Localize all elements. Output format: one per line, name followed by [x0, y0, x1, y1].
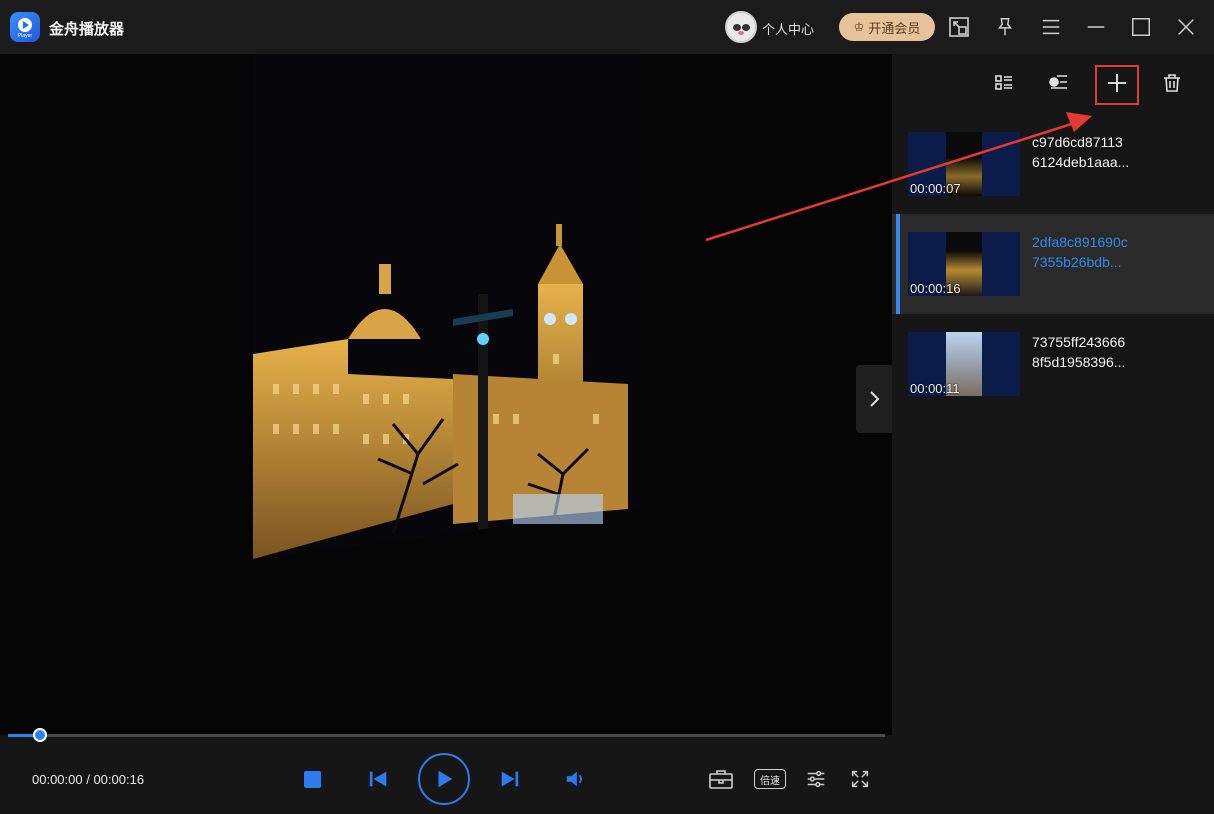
- item-name: c97d6cd87113 6124deb1aaa...: [1032, 134, 1130, 170]
- progress-bar[interactable]: [8, 728, 885, 742]
- title-bar: Player 金舟播放器 个人中心 ♔ 开通会员: [0, 0, 1214, 54]
- next-button[interactable]: [498, 767, 522, 791]
- playlist-toggle-button[interactable]: [856, 365, 892, 433]
- app-logo-text: Player: [17, 33, 33, 39]
- video-area[interactable]: [0, 54, 892, 735]
- play-icon: [438, 770, 453, 788]
- video-thumbnail: 00:00:07: [908, 132, 1020, 196]
- active-indicator: [896, 214, 900, 314]
- user-center-link[interactable]: 个人中心: [762, 19, 814, 38]
- vip-button[interactable]: ♔ 开通会员: [839, 13, 935, 41]
- delete-icon[interactable]: [1157, 68, 1187, 98]
- close-icon[interactable]: [1172, 13, 1200, 41]
- total-time: 00:00:16: [93, 772, 145, 787]
- maximize-icon[interactable]: [1127, 13, 1155, 41]
- stop-icon: [303, 770, 321, 788]
- playlist-item-active[interactable]: 00:00:16 2dfa8c891690c 7355b26bdb...: [892, 214, 1214, 314]
- progress-knob[interactable]: [33, 728, 48, 742]
- video-thumbnail: 00:00:16: [908, 232, 1020, 296]
- mini-mode-icon[interactable]: [945, 13, 973, 41]
- previous-icon: [369, 771, 387, 787]
- video-frame: [253, 54, 640, 735]
- add-icon[interactable]: [1102, 68, 1132, 98]
- toolbox-icon: [709, 770, 733, 789]
- previous-button[interactable]: [366, 767, 390, 791]
- minimize-icon[interactable]: [1082, 13, 1110, 41]
- fullscreen-button[interactable]: [848, 767, 872, 791]
- playlist-item[interactable]: 00:00:11 73755ff243666 8f5d1958396...: [892, 314, 1214, 414]
- settings-sliders-button[interactable]: [804, 767, 828, 791]
- item-duration: 00:00:07: [910, 181, 961, 196]
- crown-icon: ♔: [853, 20, 865, 34]
- user-avatar[interactable]: [725, 11, 757, 43]
- time-display: 00:00:00 / 00:00:16: [32, 772, 144, 787]
- item-name: 73755ff243666 8f5d1958396...: [1032, 334, 1126, 370]
- app-title: 金舟播放器: [49, 21, 125, 38]
- pin-icon[interactable]: [991, 13, 1019, 41]
- sliders-icon: [807, 770, 825, 788]
- item-name: 2dfa8c891690c 7355b26bdb...: [1032, 234, 1128, 270]
- volume-icon: [566, 771, 582, 787]
- chevron-right-icon: [870, 391, 880, 407]
- control-bar: 00:00:00 / 00:00:16 倍速: [0, 745, 892, 814]
- sort-icon[interactable]: [1043, 68, 1073, 98]
- stop-button[interactable]: [300, 767, 324, 791]
- time-separator: /: [82, 772, 94, 787]
- toolbox-button[interactable]: [707, 767, 735, 791]
- playlist-panel: 00:00:07 c97d6cd87113 6124deb1aaa... 00:…: [892, 54, 1214, 814]
- next-icon: [501, 771, 519, 787]
- app-logo: Player: [10, 12, 40, 42]
- vip-button-label: 开通会员: [868, 20, 921, 36]
- playlist-item[interactable]: 00:00:07 c97d6cd87113 6124deb1aaa...: [892, 114, 1214, 214]
- menu-icon[interactable]: [1037, 13, 1065, 41]
- current-time: 00:00:00: [32, 772, 83, 787]
- speed-button[interactable]: 倍速: [754, 769, 786, 789]
- list-view-icon[interactable]: [989, 68, 1019, 98]
- fullscreen-icon: [851, 770, 869, 788]
- volume-button[interactable]: [563, 767, 587, 791]
- item-duration: 00:00:16: [910, 281, 961, 296]
- play-button[interactable]: [418, 753, 470, 805]
- video-thumbnail: 00:00:11: [908, 332, 1020, 396]
- item-duration: 00:00:11: [910, 381, 960, 396]
